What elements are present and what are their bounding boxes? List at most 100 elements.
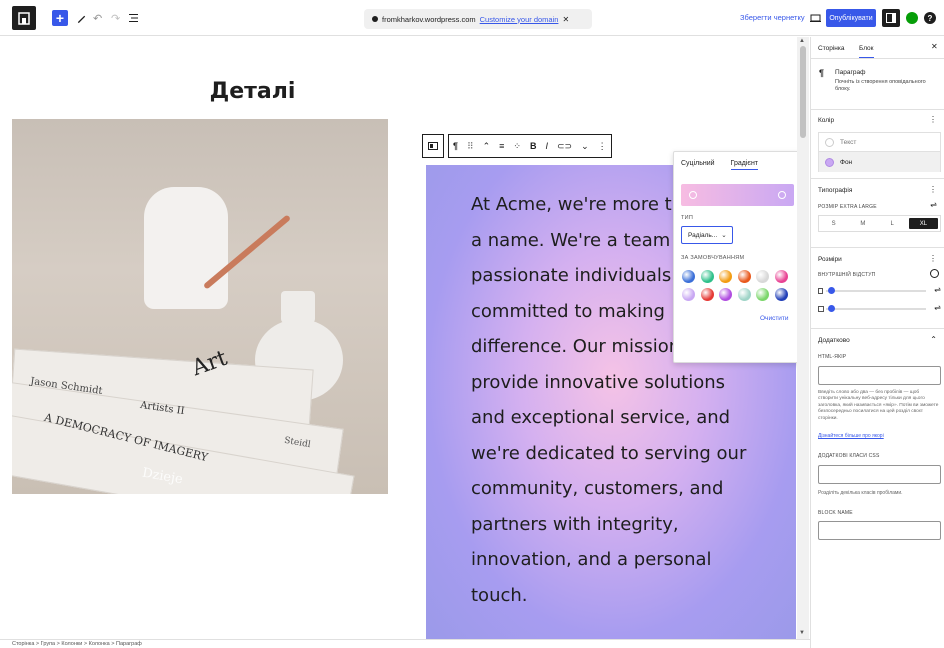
gradient-swatch[interactable]	[719, 270, 732, 283]
color-bg-item[interactable]: Фон	[819, 152, 940, 172]
block-name-input[interactable]	[818, 521, 941, 540]
slider-thumb[interactable]	[828, 287, 835, 294]
chevron-up-icon[interactable]: ⌃	[930, 335, 937, 344]
scroll-down-icon[interactable]: ▼	[799, 630, 805, 636]
cover-line: innovation, and a personal	[471, 549, 712, 570]
block-name: Параграф	[835, 69, 866, 76]
scroll-up-icon[interactable]: ▲	[799, 38, 805, 44]
custom-size-icon[interactable]: ⇌	[930, 200, 937, 209]
drag-handle-icon[interactable]: ⠿	[467, 141, 474, 152]
gradient-swatch[interactable]	[737, 288, 751, 301]
help-icon[interactable]: ?	[921, 9, 939, 27]
block-name-label: BLOCK NAME	[818, 510, 853, 516]
transform-icon[interactable]: ⁘	[513, 141, 521, 152]
cover-line: community, customers, and	[471, 478, 724, 499]
books-vase-image[interactable]: Jason Schmidt Artists II A DEMOCRACY OF …	[12, 119, 388, 494]
site-logo-button[interactable]	[12, 6, 36, 30]
link-icon[interactable]: ⊂⊃	[557, 141, 572, 152]
dimensions-title: Розміри	[818, 256, 842, 263]
typography-title: Типографія	[818, 187, 853, 194]
block-toolbar: ¶ ⠿ ⌃ ≡ ⁘ B I ⊂⊃ ⌄ ⋮	[422, 134, 612, 158]
gradient-swatch[interactable]	[700, 270, 714, 283]
padding-horizontal-slider[interactable]: ⇌	[818, 303, 941, 314]
save-draft-button[interactable]: Зберегти чернетку	[740, 13, 805, 22]
gradient-swatch[interactable]	[756, 270, 769, 283]
parent-block-button[interactable]	[422, 134, 444, 158]
defaults-label: ЗА ЗАМОВЧУВАННЯМ	[681, 255, 745, 261]
padding-vertical-slider[interactable]: ⇌	[818, 285, 941, 296]
size-xl[interactable]: XL	[908, 218, 938, 229]
slider-thumb[interactable]	[828, 305, 835, 312]
clear-button[interactable]: Очистити	[760, 315, 789, 322]
more-icon[interactable]: ⋮	[929, 254, 937, 263]
tab-block[interactable]: Блок	[859, 45, 874, 58]
color-popover: Суцільний Градієнт ТИП Радіаль... ⌄ ЗА З…	[673, 151, 800, 363]
size-l[interactable]: L	[878, 216, 907, 231]
settings-toggle-button[interactable]	[882, 9, 900, 27]
css-classes-label: ДОДАТКОВІ КЛАСИ CSS	[818, 453, 880, 459]
publish-button[interactable]: Опублікувати	[826, 9, 876, 27]
site-url: fromkharkov.wordpress.com	[382, 14, 476, 24]
gradient-swatch[interactable]	[774, 270, 788, 283]
more-options-icon[interactable]: ⋮	[598, 141, 607, 152]
gradient-preview[interactable]	[681, 184, 794, 206]
css-classes-input[interactable]	[818, 465, 941, 484]
gradient-swatch[interactable]	[774, 288, 788, 301]
gradient-handle-start[interactable]	[689, 191, 697, 199]
gradient-handle-end[interactable]	[778, 191, 786, 199]
paragraph-icon[interactable]: ¶	[453, 141, 458, 151]
scrollbar-thumb[interactable]	[800, 46, 806, 138]
italic-button[interactable]: I	[545, 141, 548, 151]
url-bar[interactable]: fromkharkov.wordpress.com Customize your…	[364, 9, 592, 29]
list-view-icon[interactable]	[129, 9, 140, 27]
chevron-down-icon[interactable]: ⌄	[581, 141, 589, 152]
color-panel: Колір ⋮ Текст Фон	[811, 111, 944, 179]
gradient-swatch[interactable]	[719, 288, 732, 301]
gradient-swatch[interactable]	[682, 270, 695, 283]
slider-track	[826, 308, 926, 310]
horizontal-padding-icon	[818, 306, 824, 312]
jetpack-icon[interactable]	[903, 9, 921, 27]
anchor-help: Введіть слово або два — без пробілів — щ…	[818, 390, 939, 421]
vertical-padding-icon	[818, 288, 823, 294]
gradient-swatch[interactable]	[737, 270, 751, 283]
cover-line: we're dedicated to serving our	[471, 442, 747, 464]
advanced-title: Додатково	[818, 337, 850, 344]
custom-size-icon[interactable]: ⇌	[934, 285, 941, 294]
dimensions-panel: Розміри ⋮ ВНУТРІШНІЙ ВІДСТУП ⇌ ⇌	[811, 249, 944, 329]
more-icon[interactable]: ⋮	[929, 115, 937, 124]
size-s[interactable]: S	[819, 216, 848, 231]
gradient-swatch[interactable]	[756, 288, 769, 301]
block-card: ¶ Параграф Почніть із створення оповідал…	[811, 60, 944, 110]
learn-more-link[interactable]: Дізнайтеся більше про якорі	[818, 433, 884, 439]
color-text-item[interactable]: Текст	[819, 133, 940, 152]
undo-icon[interactable]: ↶	[93, 9, 102, 27]
html-anchor-input[interactable]	[818, 366, 941, 385]
typography-panel: Типографія ⋮ РОЗМІР EXTRA LARGE ⇌ S M L …	[811, 180, 944, 248]
tab-page[interactable]: Сторінка	[818, 45, 844, 52]
close-icon[interactable]: ✕	[931, 42, 938, 51]
gradient-swatch[interactable]	[682, 288, 695, 301]
more-icon[interactable]: ⋮	[929, 185, 937, 194]
custom-size-icon[interactable]: ⇌	[934, 303, 941, 312]
close-icon[interactable]: ✕	[562, 15, 569, 24]
gradient-swatch[interactable]	[700, 288, 714, 301]
size-m[interactable]: M	[848, 216, 877, 231]
preview-icon[interactable]	[806, 9, 824, 27]
bold-button[interactable]: B	[530, 141, 537, 151]
pencil-icon[interactable]	[76, 9, 87, 27]
gradient-type-select[interactable]: Радіаль... ⌄	[681, 226, 733, 244]
tab-solid[interactable]: Суцільний	[681, 160, 715, 170]
slider-track	[826, 290, 926, 292]
link-sides-icon[interactable]	[930, 269, 939, 278]
move-up-down-icon[interactable]: ⌃	[483, 141, 491, 152]
align-icon[interactable]: ≡	[499, 141, 504, 151]
redo-icon[interactable]: ↷	[111, 9, 120, 27]
customize-domain-link[interactable]: Customize your domain	[480, 15, 559, 24]
breadcrumb[interactable]: Сторінка > Група > Колонки > Колонка > П…	[0, 639, 810, 648]
cover-line: provide innovative solutions	[471, 371, 725, 393]
add-block-button[interactable]: +	[52, 10, 68, 26]
tab-gradient[interactable]: Градієнт	[730, 160, 759, 170]
top-toolbar: + ↶ ↷ fromkharkov.wordpress.com Customiz…	[0, 0, 944, 36]
page-title[interactable]: Деталі	[0, 79, 505, 104]
